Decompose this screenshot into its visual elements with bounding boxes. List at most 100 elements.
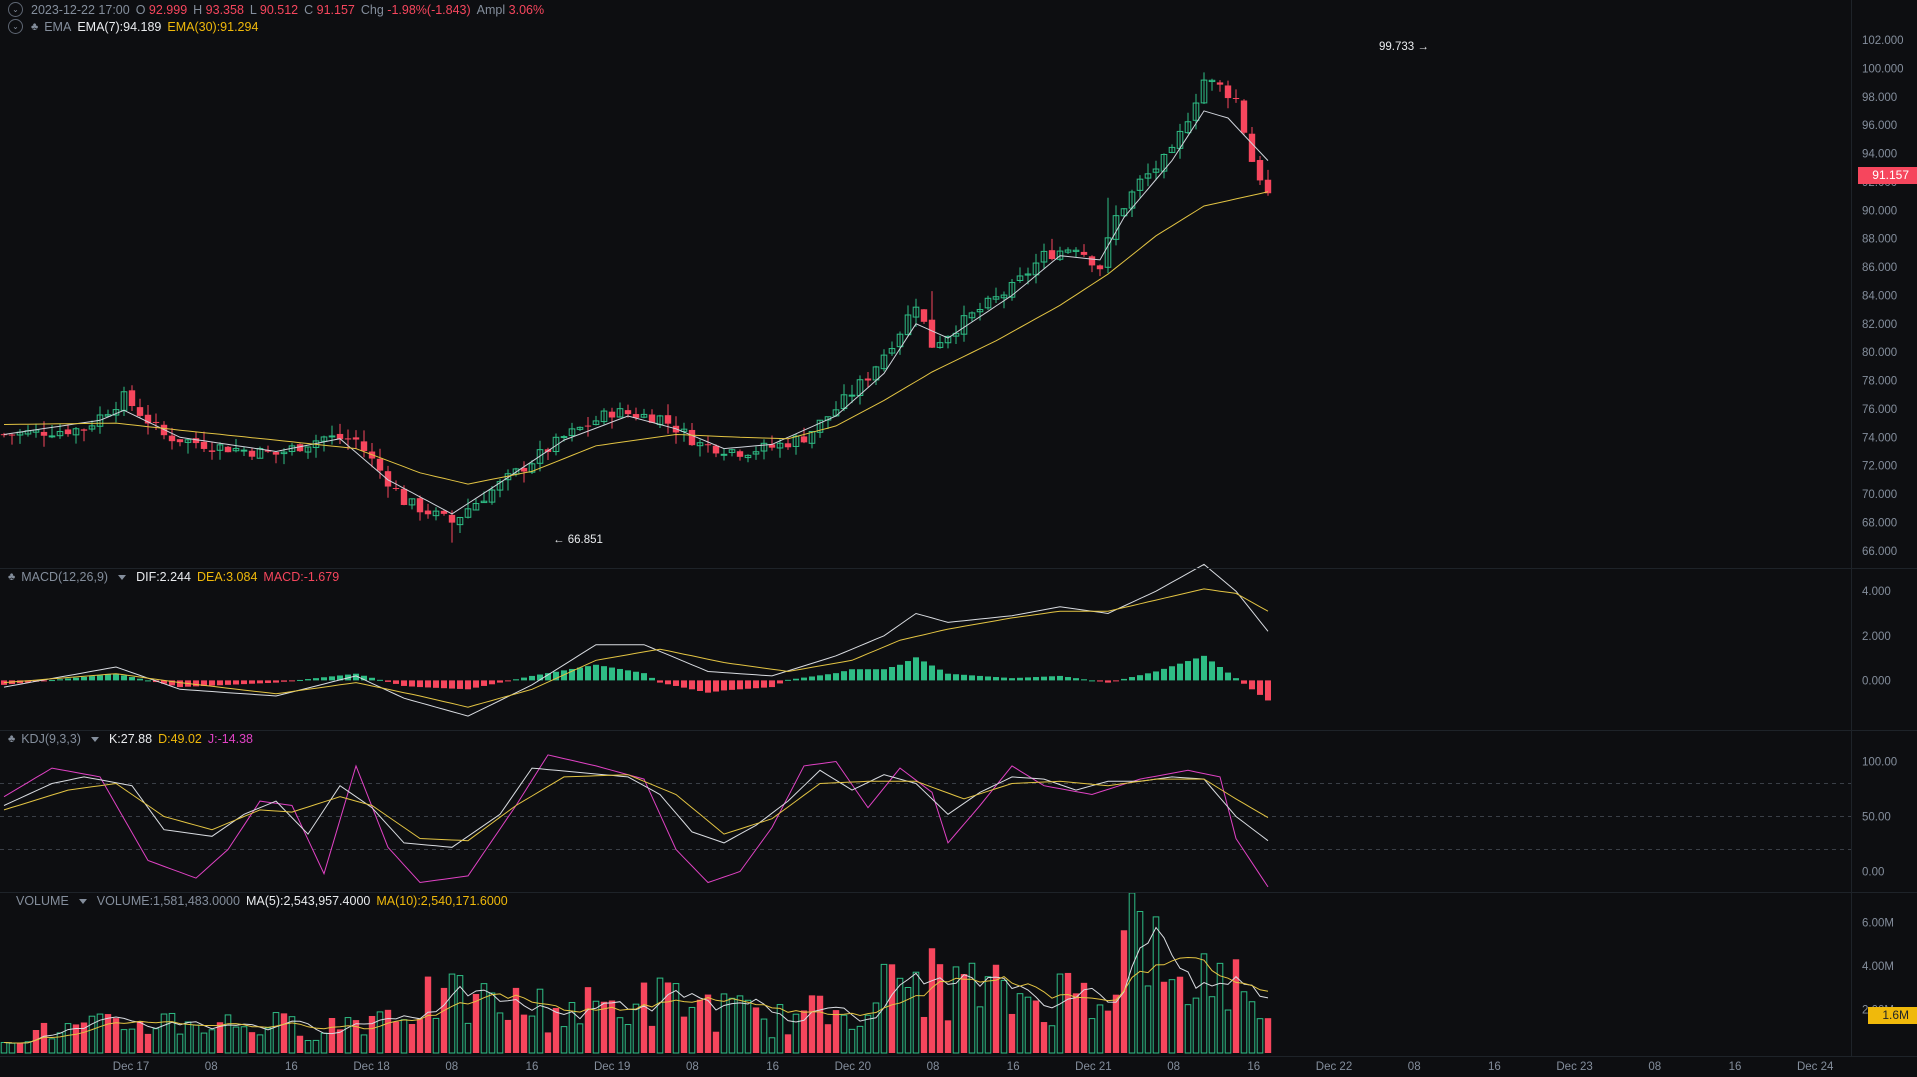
candle-body xyxy=(224,446,232,453)
macd-histogram-bar xyxy=(713,680,719,692)
macd-histogram-bar xyxy=(505,680,511,682)
macd-histogram-bar xyxy=(681,680,687,688)
volume-bar xyxy=(1224,1009,1232,1054)
candle-body xyxy=(1248,133,1256,162)
macd-histogram-bar xyxy=(737,680,743,690)
macd-histogram-bar xyxy=(209,680,215,686)
volume-bar xyxy=(424,976,432,1053)
macd-histogram-bar xyxy=(1177,663,1183,681)
time-axis-tick-label: Dec 17 xyxy=(113,1061,149,1073)
macd-histogram-bar xyxy=(625,670,631,681)
macd-histogram-bar xyxy=(865,669,871,681)
candlestick-chart[interactable]: 102.000100.00098.00096.00094.00092.00090… xyxy=(0,0,1917,1077)
time-axis-divider xyxy=(0,1056,1917,1057)
macd-histogram-bar xyxy=(921,661,927,681)
macd-histogram-bar xyxy=(313,678,319,681)
volume-bar xyxy=(528,1015,536,1054)
macd-histogram-bar xyxy=(1081,679,1087,681)
volume-bar xyxy=(912,971,920,1054)
macd-histogram-bar xyxy=(1257,680,1263,695)
volume-bar xyxy=(800,1010,808,1053)
macd-histogram-bar xyxy=(457,680,463,689)
volume-bar xyxy=(472,993,480,1053)
macd-histogram-bar xyxy=(57,679,63,681)
macd-histogram-bar xyxy=(1137,675,1143,681)
volume-bar xyxy=(1088,1018,1096,1054)
macd-histogram-bar xyxy=(721,680,727,691)
candle-body xyxy=(152,421,160,423)
macd-histogram-bar xyxy=(401,680,407,686)
macd-histogram-bar xyxy=(265,680,271,683)
macd-histogram-bar xyxy=(1265,680,1271,701)
volume-bar xyxy=(192,1024,200,1054)
volume-bar xyxy=(536,988,544,1054)
time-axis-tick-label: Dec 24 xyxy=(1797,1061,1834,1073)
price-axis-tick-label: 72.000 xyxy=(1862,461,1897,473)
volume-bar xyxy=(896,977,904,1054)
panel-divider[interactable] xyxy=(0,568,1917,569)
macd-histogram-bar xyxy=(1121,678,1127,681)
price-axis-tick-label: 98.000 xyxy=(1862,92,1897,104)
volume-bar xyxy=(808,995,816,1053)
macd-histogram-bar xyxy=(1009,678,1015,681)
macd-histogram-bar xyxy=(465,680,471,690)
volume-bar xyxy=(400,1019,408,1054)
kdj-axis-tick-label: 100.00 xyxy=(1862,757,1897,769)
price-axis-tick-label: 86.000 xyxy=(1862,262,1897,274)
macd-histogram-bar xyxy=(641,673,647,681)
macd-histogram-bar xyxy=(1089,680,1095,682)
volume-bar xyxy=(776,1004,784,1054)
volume-bar xyxy=(408,1024,416,1053)
time-axis-tick-label: Dec 18 xyxy=(353,1061,389,1073)
macd-histogram-bar xyxy=(1057,675,1063,681)
time-axis-tick-label: 16 xyxy=(1729,1061,1742,1073)
macd-histogram-bar xyxy=(177,680,183,688)
candle-body xyxy=(1224,85,1232,99)
volume-bar xyxy=(160,1013,168,1054)
macd-histogram-bar xyxy=(1185,661,1191,681)
macd-histogram-bar xyxy=(1153,671,1159,681)
volume-bar xyxy=(952,966,960,1054)
time-axis-tick-label: 08 xyxy=(1167,1061,1180,1073)
macd-histogram-bar xyxy=(1049,676,1055,681)
candle-body xyxy=(392,488,400,490)
candle-body xyxy=(360,441,368,452)
volume-bar xyxy=(368,1015,376,1053)
macd-histogram-bar xyxy=(521,677,527,681)
candle-body xyxy=(800,436,808,443)
macd-histogram-bar xyxy=(129,677,135,681)
macd-histogram-bar xyxy=(297,679,303,681)
macd-histogram-bar xyxy=(873,669,879,681)
macd-histogram-bar xyxy=(1017,677,1023,681)
volume-bar xyxy=(1000,979,1008,1054)
panel-divider[interactable] xyxy=(0,730,1917,731)
price-axis-tick-label: 74.000 xyxy=(1862,432,1897,444)
macd-histogram-bar xyxy=(241,680,247,685)
volume-bar xyxy=(200,1032,208,1054)
volume-bar xyxy=(208,1029,216,1054)
volume-bar xyxy=(1016,993,1024,1054)
candle-body xyxy=(1256,160,1264,181)
volume-bar xyxy=(992,964,1000,1053)
macd-histogram-bar xyxy=(377,679,383,681)
time-axis-tick-label: Dec 19 xyxy=(594,1061,630,1073)
macd-histogram-bar xyxy=(513,679,519,681)
volume-bar xyxy=(752,1007,760,1053)
price-axis-tick-label: 96.000 xyxy=(1862,120,1897,132)
panel-divider[interactable] xyxy=(0,892,1917,893)
kdj-j-line xyxy=(3,754,1269,888)
macd-histogram-bar xyxy=(705,680,711,693)
volume-bar xyxy=(1208,996,1216,1054)
candle-body xyxy=(64,429,72,435)
volume-bar xyxy=(240,1026,248,1054)
macd-histogram-bar xyxy=(385,680,391,682)
volume-bar xyxy=(480,983,488,1054)
macd-histogram-bar xyxy=(585,666,591,681)
macd-axis-tick-label: 4.000 xyxy=(1862,586,1891,598)
volume-bar xyxy=(392,1021,400,1053)
macd-histogram-bar xyxy=(65,678,71,681)
macd-histogram-bar xyxy=(793,678,799,681)
volume-axis-tick-label: 4.00M xyxy=(1862,961,1894,973)
last-volume-tag: 1.6M xyxy=(1868,1007,1917,1024)
volume-bar xyxy=(152,1028,160,1054)
